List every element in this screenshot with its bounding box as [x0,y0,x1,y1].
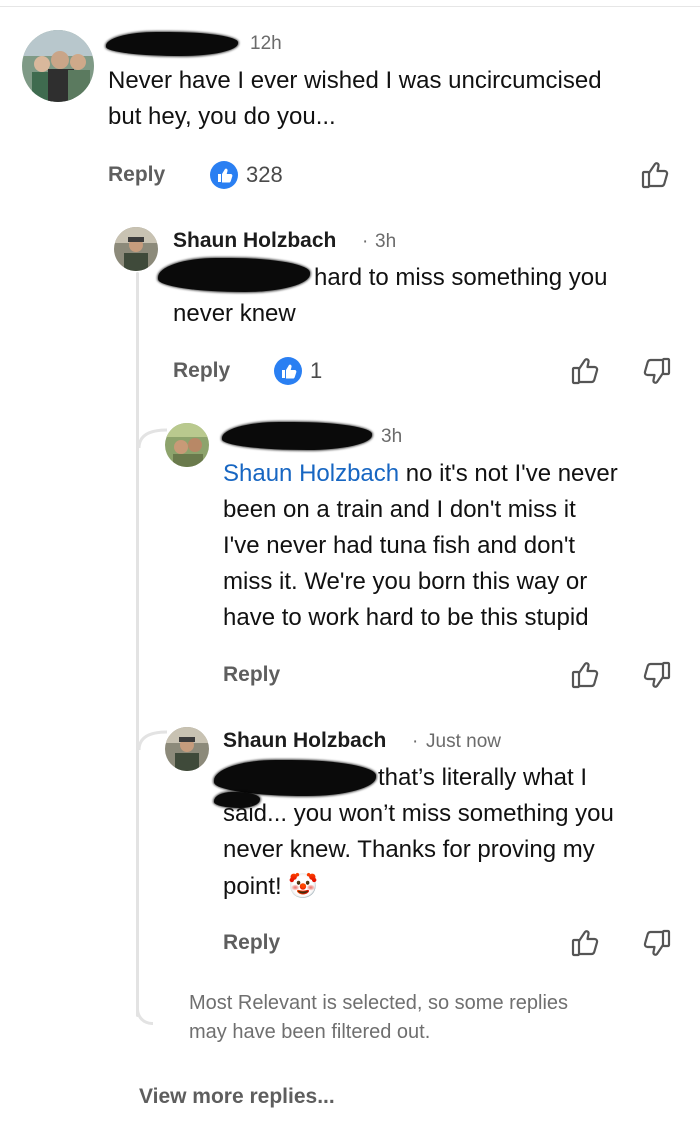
reply-text-line: never knew. Thanks for proving my [223,836,595,863]
reply-text-line: point! 🤡 [223,868,693,905]
clown-emoji: 🤡 [288,872,319,900]
dot-separator: · [412,731,419,752]
reply-text-line: have to work hard to be this stupid [223,604,589,631]
reply-button[interactable]: Reply [173,359,230,383]
author-name[interactable]: Shaun Holzbach [223,729,386,753]
thumbs-up-icon[interactable] [570,355,602,387]
reply-text-line: hard to miss something you [314,264,608,291]
thumbs-down-icon[interactable] [640,659,672,691]
like-count: 1 [310,358,323,383]
avatar[interactable] [22,30,94,102]
view-more-replies-link[interactable]: View more replies... [139,1085,335,1109]
thread-line [136,272,139,1017]
reply-text-line: that’s literally what I [378,764,587,791]
author-name[interactable]: Shaun Holzbach [173,229,336,253]
reply-text-line: said... you won’t miss something you [223,800,614,827]
avatar[interactable] [165,423,209,467]
mention-link[interactable]: Shaun Holzbach [223,460,399,487]
filter-notice-line: Most Relevant is selected, so some repli… [189,992,569,1014]
reply-text: hard to miss something you never knew [173,260,673,332]
reply-time: 3h [381,426,403,447]
thumbs-down-icon[interactable] [640,355,672,387]
avatar[interactable] [165,727,209,771]
dot-separator: · [362,231,369,252]
reply-text: Shaun Holzbach no it's not I've never be… [223,456,693,636]
reply-text: that’s literally what I said... you won’… [223,760,693,905]
like-reaction-icon [210,161,238,189]
reply-text-line: miss it. We're you born this way or [223,568,588,595]
avatar[interactable] [114,227,158,271]
reply-text-segment: no it's not I've never [399,460,618,487]
top-divider [0,6,700,7]
reply-time: Just now [426,731,501,752]
thumbs-down-icon[interactable] [640,927,672,959]
comment-time: 12h [250,33,282,54]
comment-text-line: Never have I ever wished I was uncircumc… [108,67,602,94]
thumbs-up-icon[interactable] [570,659,602,691]
reply-text-segment: point! [223,873,282,900]
filter-notice: Most Relevant is selected, so some repli… [189,989,679,1047]
reply-text-line: been on a train and I don't miss it [223,496,576,523]
filter-notice-line: may have been filtered out. [189,1021,431,1043]
thread-line-end [136,1000,153,1025]
redacted-name [222,422,372,450]
reply-button[interactable]: Reply [108,163,165,187]
redacted-name [106,32,238,56]
reply-button[interactable]: Reply [223,931,280,955]
like-count: 328 [246,162,283,187]
reply-text-line: Shaun Holzbach no it's not I've never [223,456,693,492]
reply-time: 3h [375,231,397,252]
reply-button[interactable]: Reply [223,663,280,687]
reply-text-line: never knew [173,300,296,327]
comment-text: Never have I ever wished I was uncircumc… [108,63,688,135]
thumbs-up-icon[interactable] [640,159,672,191]
thumbs-up-icon[interactable] [570,927,602,959]
like-reaction-icon [274,357,302,385]
reply-text-line: I've never had tuna fish and don't [223,532,576,559]
comment-text-line: but hey, you do you... [108,103,336,130]
